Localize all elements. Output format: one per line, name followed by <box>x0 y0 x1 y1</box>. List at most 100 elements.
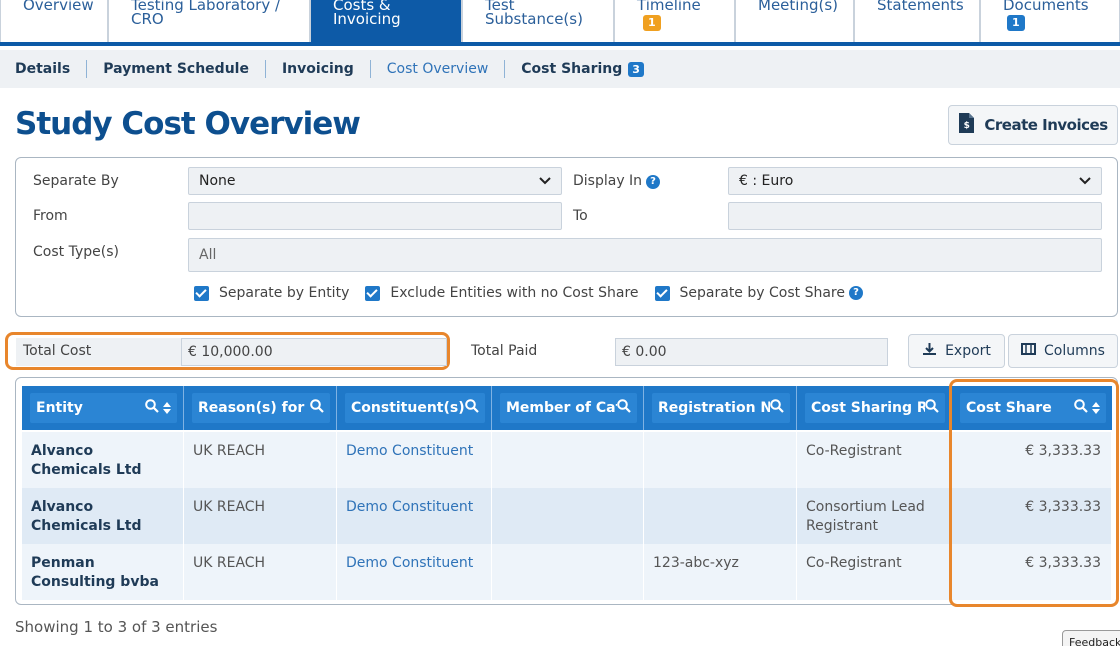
cell-entity[interactable]: Alvanco Chemicals Ltd <box>22 432 184 488</box>
cell-entity[interactable]: Penman Consulting bvba <box>22 544 184 600</box>
display-in-label: Display In? <box>573 173 661 189</box>
cell-registration: 123-abc-xyz <box>644 544 797 600</box>
subnav-label: Details <box>15 61 71 77</box>
table-row[interactable]: Alvanco Chemicals Ltd UK REACH Demo Cons… <box>22 432 1112 488</box>
table-header: Entity Reason(s) for I Constituent(s) Me… <box>22 386 1112 430</box>
total-cost-highlight: Total Cost € 10,000.00 <box>5 332 450 370</box>
tab-testing-laboratory[interactable]: Testing Laboratory / CRO <box>108 0 310 42</box>
cell-constituent[interactable]: Demo Constituent <box>337 432 492 488</box>
checkbox-row: Separate by Entity Exclude Entities with… <box>194 285 879 301</box>
tab-label: Test Substance(s) <box>485 0 583 28</box>
documents-badge: 1 <box>1007 15 1025 31</box>
columns-icon <box>1021 343 1037 359</box>
search-icon[interactable] <box>617 399 631 417</box>
col-title: Entity <box>36 400 83 416</box>
tab-label: Meeting(s) <box>758 0 838 14</box>
cell-member <box>492 488 644 544</box>
tab-documents[interactable]: Documents 1 <box>980 0 1120 42</box>
chevron-down-icon <box>539 173 551 189</box>
cell-registration <box>644 488 797 544</box>
tab-label: Overview <box>23 0 94 14</box>
subnav-label: Payment Schedule <box>103 61 249 77</box>
search-icon[interactable] <box>1074 399 1088 417</box>
page-title: Study Cost Overview <box>15 106 361 142</box>
col-member-of-category[interactable]: Member of Cat <box>492 386 644 430</box>
search-icon[interactable] <box>145 399 159 417</box>
columns-button[interactable]: Columns <box>1008 334 1118 368</box>
tab-overview[interactable]: Overview <box>0 0 108 42</box>
subnav-label: Cost Overview <box>386 61 489 77</box>
chevron-down-icon <box>1079 173 1091 189</box>
cell-constituent[interactable]: Demo Constituent <box>337 488 492 544</box>
from-label: From <box>33 208 68 224</box>
subnav-label: Cost Sharing <box>521 61 623 77</box>
tab-statements[interactable]: Statements <box>854 0 980 42</box>
subnav-invoicing[interactable]: Invoicing <box>266 60 371 78</box>
display-in-select[interactable]: € : Euro <box>728 167 1102 195</box>
subnav-cost-sharing[interactable]: Cost Sharing 3 <box>505 60 660 78</box>
search-icon[interactable] <box>770 399 784 417</box>
col-registration-number[interactable]: Registration N <box>644 386 797 430</box>
col-cost-sharing-role[interactable]: Cost Sharing Ro <box>797 386 952 430</box>
cost-types-input[interactable]: All <box>188 238 1102 272</box>
invoice-icon: $ <box>958 113 975 137</box>
help-icon[interactable]: ? <box>646 175 661 189</box>
display-in-value: € : Euro <box>739 173 794 189</box>
col-reasons[interactable]: Reason(s) for I <box>184 386 337 430</box>
sort-icon[interactable] <box>1092 402 1100 414</box>
subnav-payment-schedule[interactable]: Payment Schedule <box>87 60 266 78</box>
table-row[interactable]: Alvanco Chemicals Ltd UK REACH Demo Cons… <box>22 488 1112 544</box>
separate-by-label: Separate By <box>33 173 119 189</box>
feedback-button[interactable]: Feedback <box>1062 630 1120 646</box>
table-row[interactable]: Penman Consulting bvba UK REACH Demo Con… <box>22 544 1112 600</box>
tab-label: Statements <box>877 0 964 14</box>
help-icon[interactable]: ? <box>848 286 863 300</box>
cost-sharing-badge: 3 <box>628 61 644 77</box>
separate-by-entity-checkbox[interactable]: Separate by Entity <box>194 285 349 301</box>
tab-label: Testing Laboratory / CRO <box>131 0 281 28</box>
checkbox-label: Exclude Entities with no Cost Share <box>390 285 639 301</box>
cell-reason: UK REACH <box>184 488 337 544</box>
to-label: To <box>573 208 588 224</box>
exclude-entities-checkbox[interactable]: Exclude Entities with no Cost Share <box>365 285 639 301</box>
tab-costs-invoicing[interactable]: Costs & Invoicing <box>310 0 462 42</box>
subnav-details[interactable]: Details <box>15 60 88 78</box>
subnav-cost-overview[interactable]: Cost Overview <box>371 60 506 78</box>
search-icon[interactable] <box>925 399 939 417</box>
col-cost-share[interactable]: Cost Share <box>952 386 1112 430</box>
display-in-text: Display In <box>573 173 643 189</box>
cell-constituent[interactable]: Demo Constituent <box>337 544 492 600</box>
separate-by-value: None <box>199 173 236 189</box>
cell-role: Consortium Lead Registrant <box>797 488 952 544</box>
create-invoices-label: Create Invoices <box>984 116 1108 134</box>
cell-role: Co-Registrant <box>797 432 952 488</box>
col-title: Reason(s) for I <box>198 400 310 416</box>
download-icon <box>922 342 937 360</box>
export-button[interactable]: Export <box>908 334 1005 368</box>
separate-by-cost-share-checkbox[interactable]: Separate by Cost Share? <box>654 285 863 301</box>
create-invoices-button[interactable]: $ Create Invoices <box>948 105 1118 145</box>
sub-nav: Details Payment Schedule Invoicing Cost … <box>0 50 1120 88</box>
from-date-input[interactable] <box>188 202 562 230</box>
col-entity[interactable]: Entity <box>22 386 184 430</box>
search-icon[interactable] <box>310 399 324 417</box>
tab-timeline[interactable]: Timeline 1 <box>614 0 735 42</box>
checkbox-checked-icon <box>194 285 209 301</box>
tab-test-substances[interactable]: Test Substance(s) <box>462 0 614 42</box>
cost-table: Entity Reason(s) for I Constituent(s) Me… <box>15 377 1118 605</box>
table-info: Showing 1 to 3 of 3 entries <box>15 618 218 636</box>
col-constituents[interactable]: Constituent(s) <box>337 386 492 430</box>
col-title: Cost Sharing Ro <box>811 400 925 416</box>
separate-by-select[interactable]: None <box>188 167 562 195</box>
cell-cost-share: € 3,333.33 <box>952 432 1112 488</box>
filter-panel: Separate By None Display In? € : Euro Fr… <box>15 157 1118 317</box>
svg-text:$: $ <box>964 121 970 131</box>
total-paid-value: € 0.00 <box>615 338 888 366</box>
tab-meetings[interactable]: Meeting(s) <box>735 0 854 42</box>
search-icon[interactable] <box>465 399 479 417</box>
to-date-input[interactable] <box>728 202 1102 230</box>
sort-icon[interactable] <box>163 402 171 414</box>
col-title: Cost Share <box>966 400 1052 416</box>
cell-entity[interactable]: Alvanco Chemicals Ltd <box>22 488 184 544</box>
tab-label: Costs & Invoicing <box>333 0 401 28</box>
